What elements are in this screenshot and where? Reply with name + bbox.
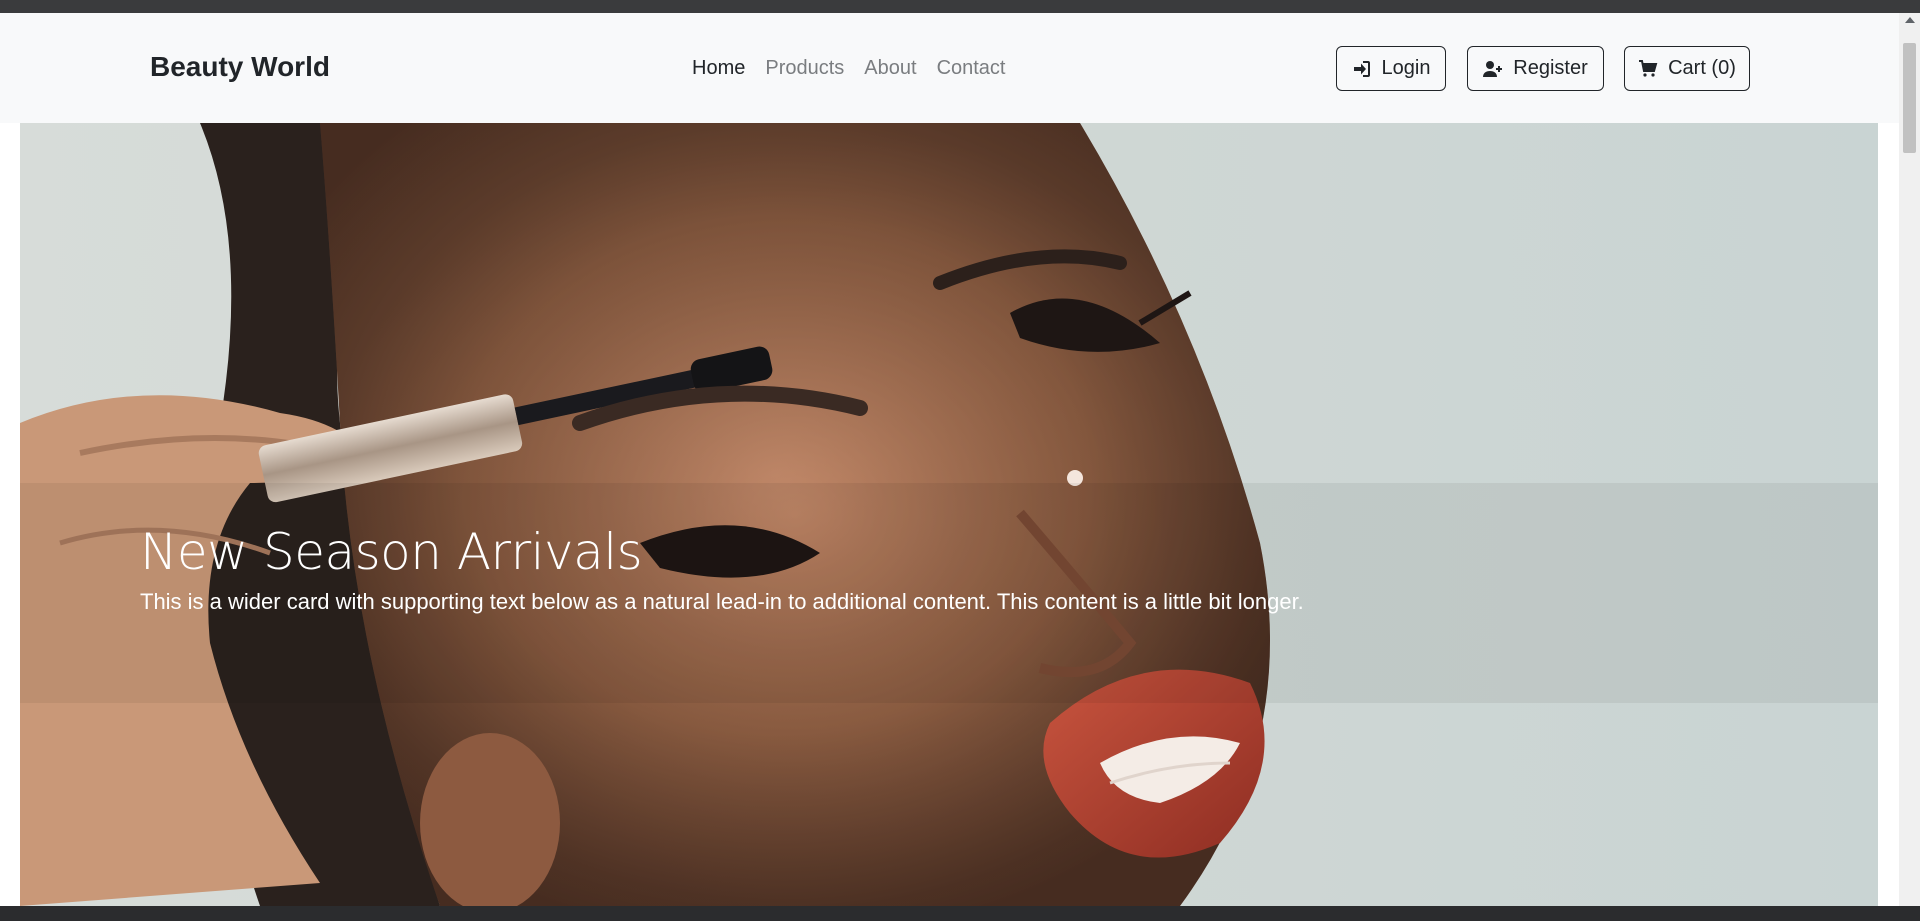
register-button[interactable]: Register [1467,46,1604,91]
hero-caption: New Season Arrivals This is a wider card… [140,523,1304,615]
browser-top-bar [0,0,1920,13]
nav-link-products[interactable]: Products [765,57,844,80]
scroll-up-arrow-icon[interactable] [1905,17,1915,23]
cart-label: Cart (0) [1668,57,1736,79]
page: Beauty World Home Products About Contact… [0,13,1899,906]
brand-logo[interactable]: Beauty World [150,51,330,83]
nav-links: Home Products About Contact [692,57,1026,80]
hero-banner: New Season Arrivals This is a wider card… [20,123,1878,906]
nav-link-home[interactable]: Home [692,57,745,80]
navbar: Beauty World Home Products About Contact… [0,13,1899,123]
register-label: Register [1513,57,1588,79]
nav-link-about[interactable]: About [864,57,916,80]
user-plus-icon [1483,60,1503,77]
login-label: Login [1381,57,1431,79]
hero-image [20,123,1878,906]
vertical-scrollbar[interactable] [1899,13,1920,906]
cart-button[interactable]: Cart (0) [1624,46,1750,91]
scroll-thumb[interactable] [1903,43,1916,153]
hero-text: This is a wider card with supporting tex… [140,589,1304,614]
login-button[interactable]: Login [1336,46,1446,91]
hero-title: New Season Arrivals [140,523,643,581]
os-taskbar [0,906,1920,921]
nav-link-contact[interactable]: Contact [937,57,1006,80]
sign-in-icon [1353,60,1370,77]
cart-icon [1639,59,1658,77]
